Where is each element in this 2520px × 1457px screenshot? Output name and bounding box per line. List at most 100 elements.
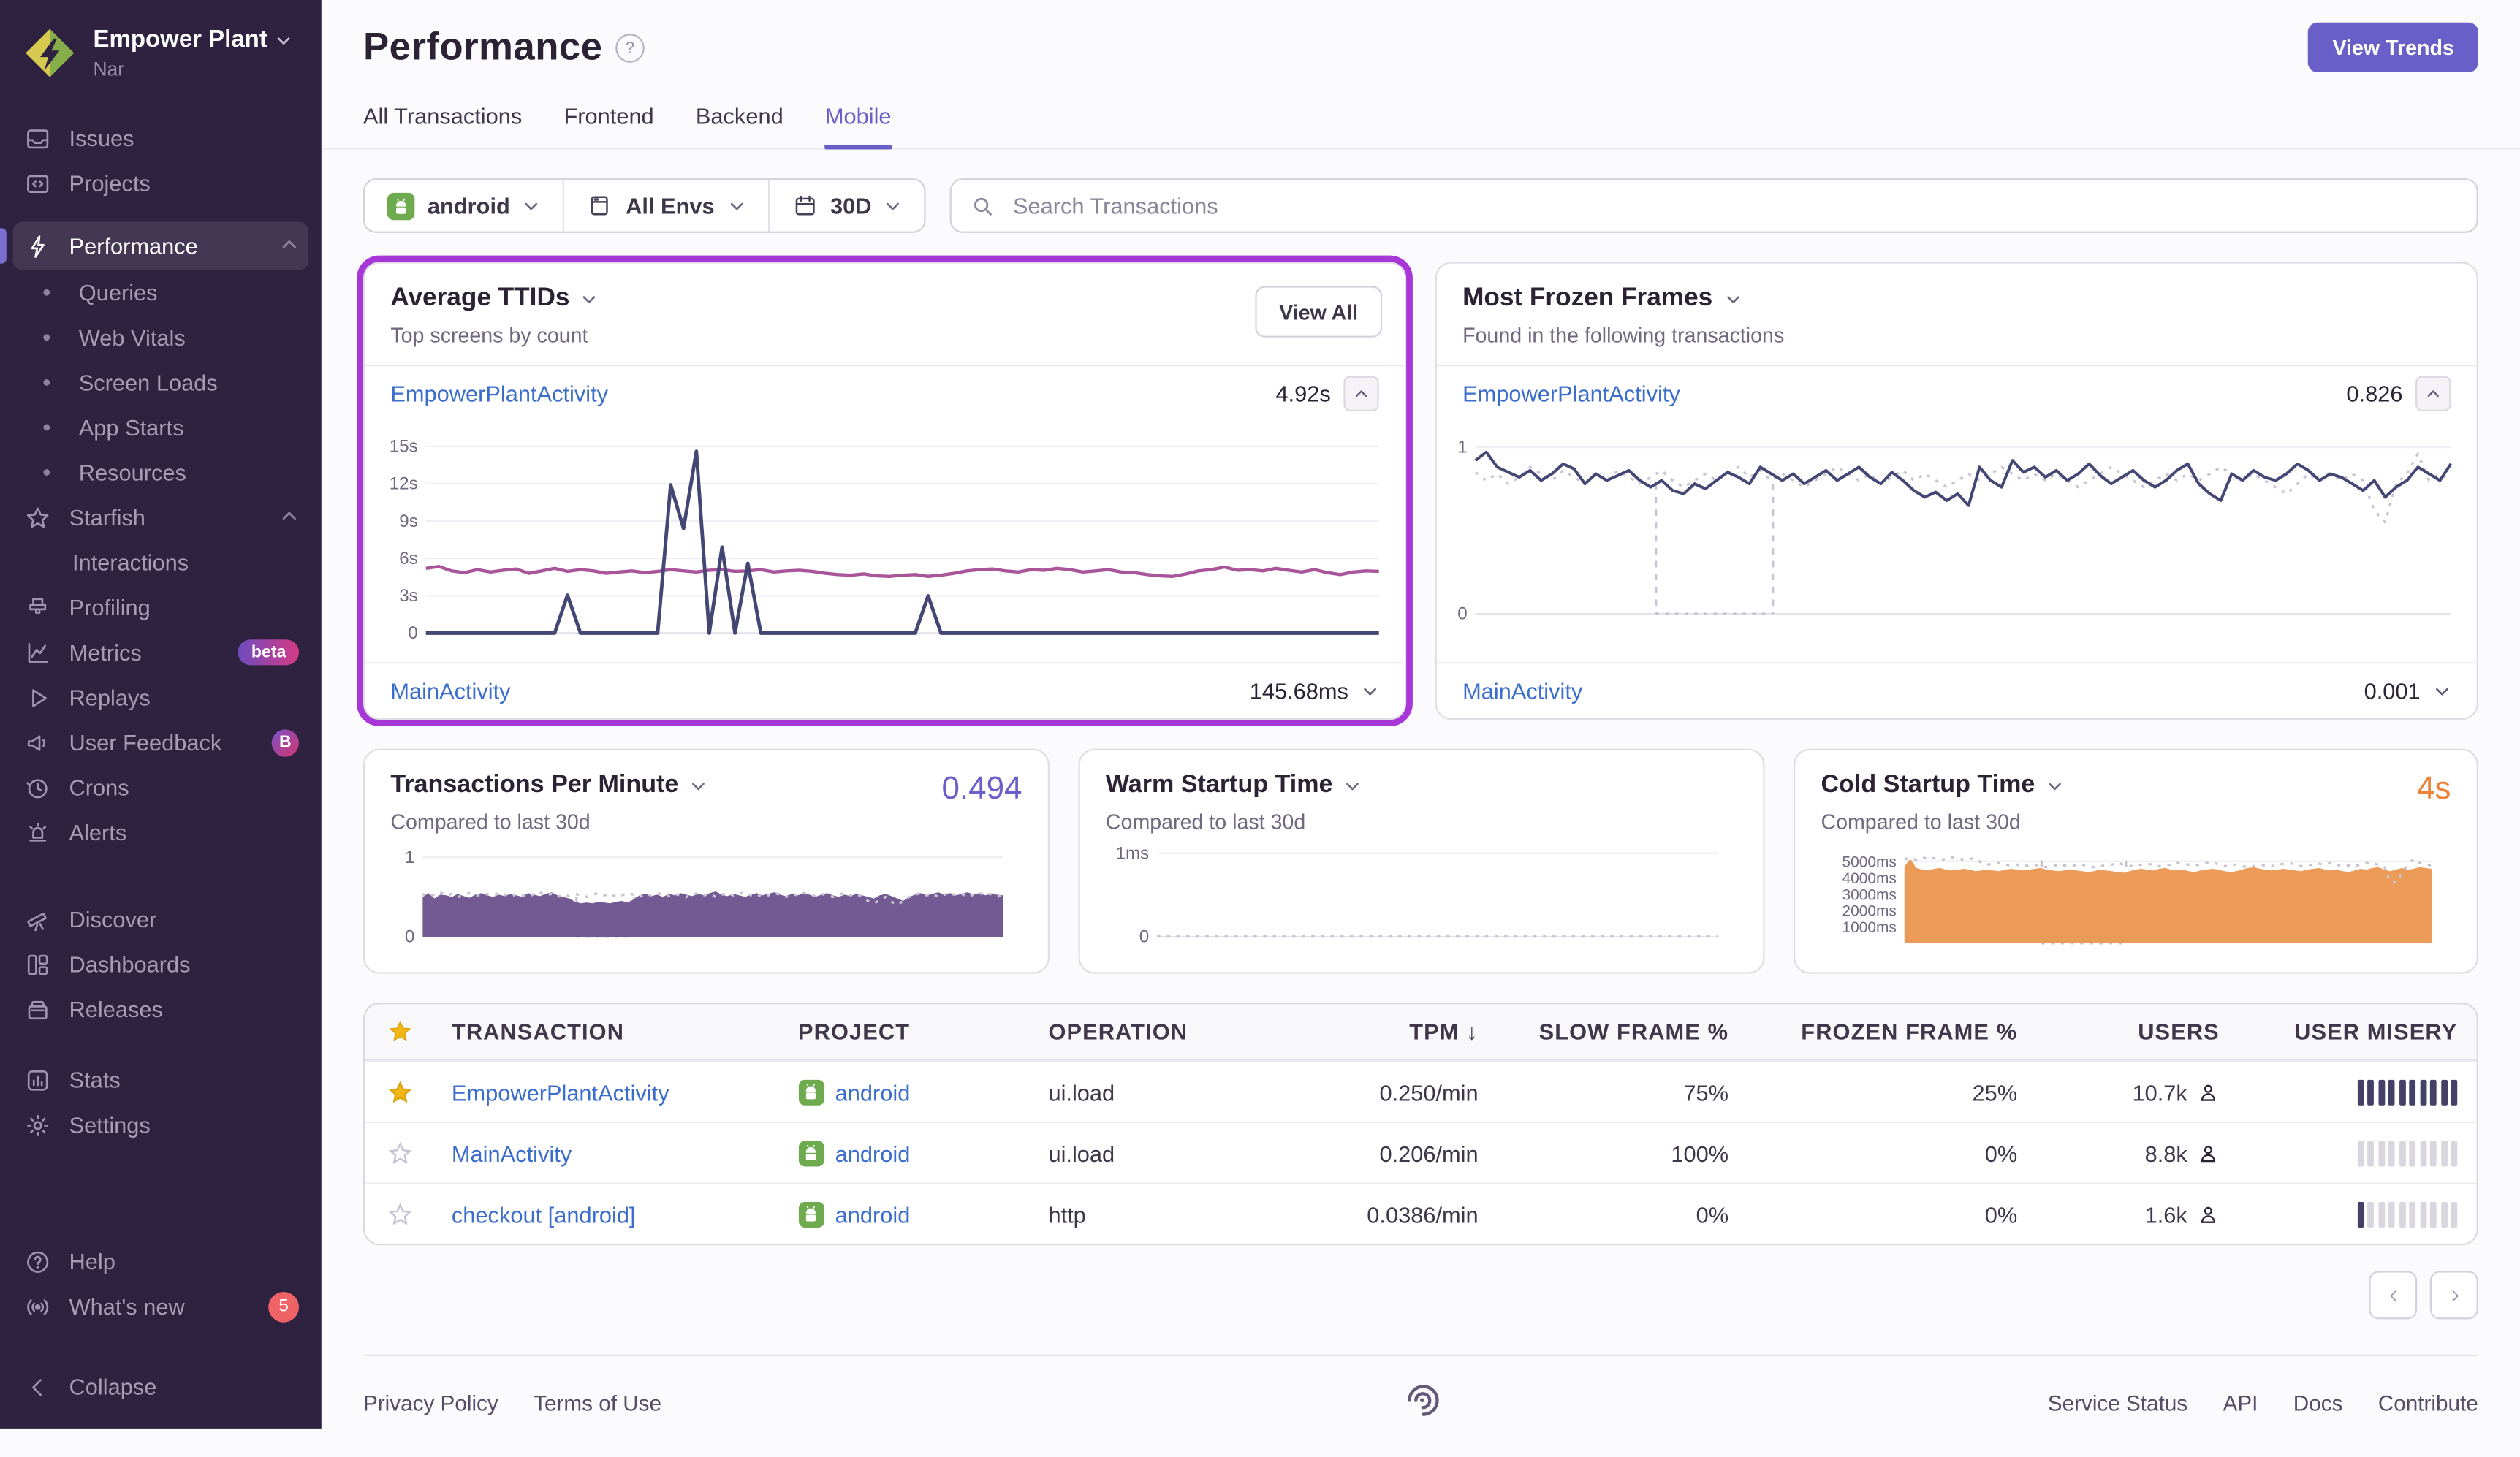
- sidebar-item-starfish[interactable]: Starfish: [0, 495, 322, 540]
- sidebar-item-settings[interactable]: Settings: [0, 1103, 322, 1148]
- privacy-policy-link[interactable]: Privacy Policy: [363, 1391, 498, 1415]
- sidebar-item-issues[interactable]: Issues: [0, 115, 322, 161]
- search-input[interactable]: [1010, 191, 2458, 221]
- clock-icon: [23, 773, 52, 802]
- transaction-link[interactable]: EmpowerPlantActivity: [390, 381, 608, 406]
- tab-mobile[interactable]: Mobile: [825, 103, 892, 150]
- chevron-down-icon[interactable]: [2046, 777, 2064, 794]
- sidebar-item-dashboards[interactable]: Dashboards: [0, 942, 322, 987]
- col-transaction[interactable]: TRANSACTION: [436, 1019, 782, 1044]
- collapse-row-button[interactable]: [2415, 376, 2451, 411]
- sidebar-collapse-button[interactable]: Collapse: [0, 1364, 322, 1410]
- slow-frame-cell: 100%: [1495, 1140, 1745, 1165]
- sidebar-item-performance[interactable]: Performance: [13, 221, 309, 270]
- list-item: MainActivity 145.68ms: [365, 662, 1405, 718]
- next-page-button[interactable]: [2430, 1271, 2478, 1319]
- col-frozen-frame[interactable]: FROZEN FRAME %: [1745, 1019, 2033, 1044]
- tab-frontend[interactable]: Frontend: [563, 103, 653, 148]
- transaction-link[interactable]: MainActivity: [1462, 678, 1582, 704]
- sidebar-item-releases[interactable]: Releases: [0, 986, 322, 1032]
- sidebar-item-web-vitals[interactable]: Web Vitals: [0, 315, 322, 360]
- org-name: Empower Plant: [94, 26, 267, 55]
- collapse-row-button[interactable]: [1343, 376, 1378, 411]
- contribute-link[interactable]: Contribute: [2378, 1391, 2478, 1415]
- star-toggle[interactable]: [365, 1079, 436, 1105]
- tpm-cell: 0.206/min: [1283, 1140, 1495, 1165]
- frozen-frame-cell: 0%: [1745, 1201, 2033, 1227]
- help-tooltip-icon[interactable]: ?: [615, 34, 645, 63]
- svg-text:1: 1: [405, 848, 414, 867]
- transactions-table: TRANSACTION PROJECT OPERATION TPM ↓ SLOW…: [363, 1003, 2478, 1245]
- android-project-icon: [798, 1079, 824, 1105]
- sidebar-item-user-feedback[interactable]: User FeedbackB: [0, 720, 322, 765]
- tab-all-transactions[interactable]: All Transactions: [363, 103, 522, 148]
- sidebar-item-screen-loads[interactable]: Screen Loads: [0, 360, 322, 406]
- sidebar-item-stats[interactable]: Stats: [0, 1057, 322, 1103]
- svg-text:9s: 9s: [399, 511, 418, 531]
- bullet-icon: [43, 379, 50, 386]
- sidebar-item-profiling[interactable]: Profiling: [0, 585, 322, 630]
- chevron-down-icon[interactable]: [1344, 777, 1362, 794]
- service-status-link[interactable]: Service Status: [2048, 1391, 2187, 1415]
- view-all-button[interactable]: View All: [1255, 286, 1382, 337]
- col-project[interactable]: PROJECT: [782, 1019, 1032, 1044]
- page-filter-bar: android All Envs 30D: [363, 178, 926, 233]
- expand-row-button[interactable]: [1362, 682, 1379, 699]
- environment-filter[interactable]: All Envs: [563, 180, 767, 231]
- transaction-link[interactable]: EmpowerPlantActivity: [1462, 381, 1680, 406]
- view-trends-button[interactable]: View Trends: [2309, 23, 2478, 72]
- operation-cell: ui.load: [1032, 1140, 1282, 1165]
- sidebar-item-interactions[interactable]: Interactions: [0, 540, 322, 585]
- col-operation[interactable]: OPERATION: [1032, 1019, 1282, 1044]
- chevron-down-icon[interactable]: [581, 290, 599, 308]
- sidebar-item-queries[interactable]: Queries: [0, 270, 322, 315]
- terms-link[interactable]: Terms of Use: [534, 1391, 661, 1415]
- bullet-icon: [43, 289, 50, 296]
- sidebar-item-resources[interactable]: Resources: [0, 450, 322, 495]
- star-toggle[interactable]: [365, 1140, 436, 1165]
- frozen-frames-chart: 10: [1446, 425, 2461, 656]
- chevron-down-icon: [523, 197, 540, 214]
- star-icon: [23, 503, 52, 532]
- sidebar-item-replays[interactable]: Replays: [0, 675, 322, 720]
- sidebar-item-help[interactable]: Help: [0, 1239, 322, 1284]
- transaction-link[interactable]: checkout [android]: [436, 1201, 782, 1227]
- col-users[interactable]: USERS: [2033, 1019, 2236, 1044]
- sidebar-item-projects[interactable]: Projects: [0, 161, 322, 206]
- chevron-down-icon[interactable]: [1724, 290, 1742, 308]
- project-link[interactable]: android: [835, 1140, 911, 1165]
- chevron-down-icon[interactable]: [690, 777, 707, 794]
- chevron-left-icon: [23, 1372, 52, 1401]
- sidebar-item-alerts[interactable]: Alerts: [0, 810, 322, 855]
- prev-page-button[interactable]: [2369, 1271, 2417, 1319]
- filter-bar: android All Envs 30D: [363, 178, 2478, 233]
- transaction-link[interactable]: MainActivity: [390, 678, 510, 704]
- col-user-misery[interactable]: USER MISERY: [2236, 1019, 2477, 1044]
- sidebar-item-crons[interactable]: Crons: [0, 765, 322, 810]
- project-link[interactable]: android: [835, 1079, 911, 1105]
- sidebar-item-metrics[interactable]: Metricsbeta: [0, 630, 322, 675]
- project-filter[interactable]: android: [365, 180, 563, 231]
- ttid-chart: 15s12s9s6s3s0: [374, 425, 1389, 656]
- table-row: EmpowerPlantActivity android ui.load 0.2…: [365, 1060, 2476, 1122]
- b-badge: B: [272, 728, 299, 756]
- star-toggle[interactable]: [365, 1201, 436, 1227]
- transaction-link[interactable]: MainActivity: [436, 1140, 782, 1165]
- transaction-link[interactable]: EmpowerPlantActivity: [436, 1079, 782, 1105]
- docs-link[interactable]: Docs: [2293, 1391, 2343, 1415]
- org-switcher[interactable]: Empower Plant Nar: [0, 23, 322, 90]
- tpm-panel: Transactions Per Minute Compared to last…: [363, 749, 1050, 974]
- search-bar: [950, 178, 2478, 233]
- sidebar-item-app-starts[interactable]: App Starts: [0, 405, 322, 450]
- project-link[interactable]: android: [835, 1201, 911, 1227]
- api-link[interactable]: API: [2223, 1391, 2258, 1415]
- sidebar-item-discover[interactable]: Discover: [0, 897, 322, 942]
- col-slow-frame[interactable]: SLOW FRAME %: [1495, 1019, 1745, 1044]
- chevron-down-icon: [2433, 682, 2451, 699]
- expand-row-button[interactable]: [2433, 682, 2451, 699]
- date-range-filter[interactable]: 30D: [767, 180, 925, 231]
- tab-backend[interactable]: Backend: [696, 103, 783, 148]
- col-tpm-sorted[interactable]: TPM ↓: [1283, 1019, 1495, 1044]
- svg-text:2000ms: 2000ms: [1842, 903, 1897, 920]
- sidebar-item-whats-new[interactable]: What's new5: [0, 1284, 322, 1329]
